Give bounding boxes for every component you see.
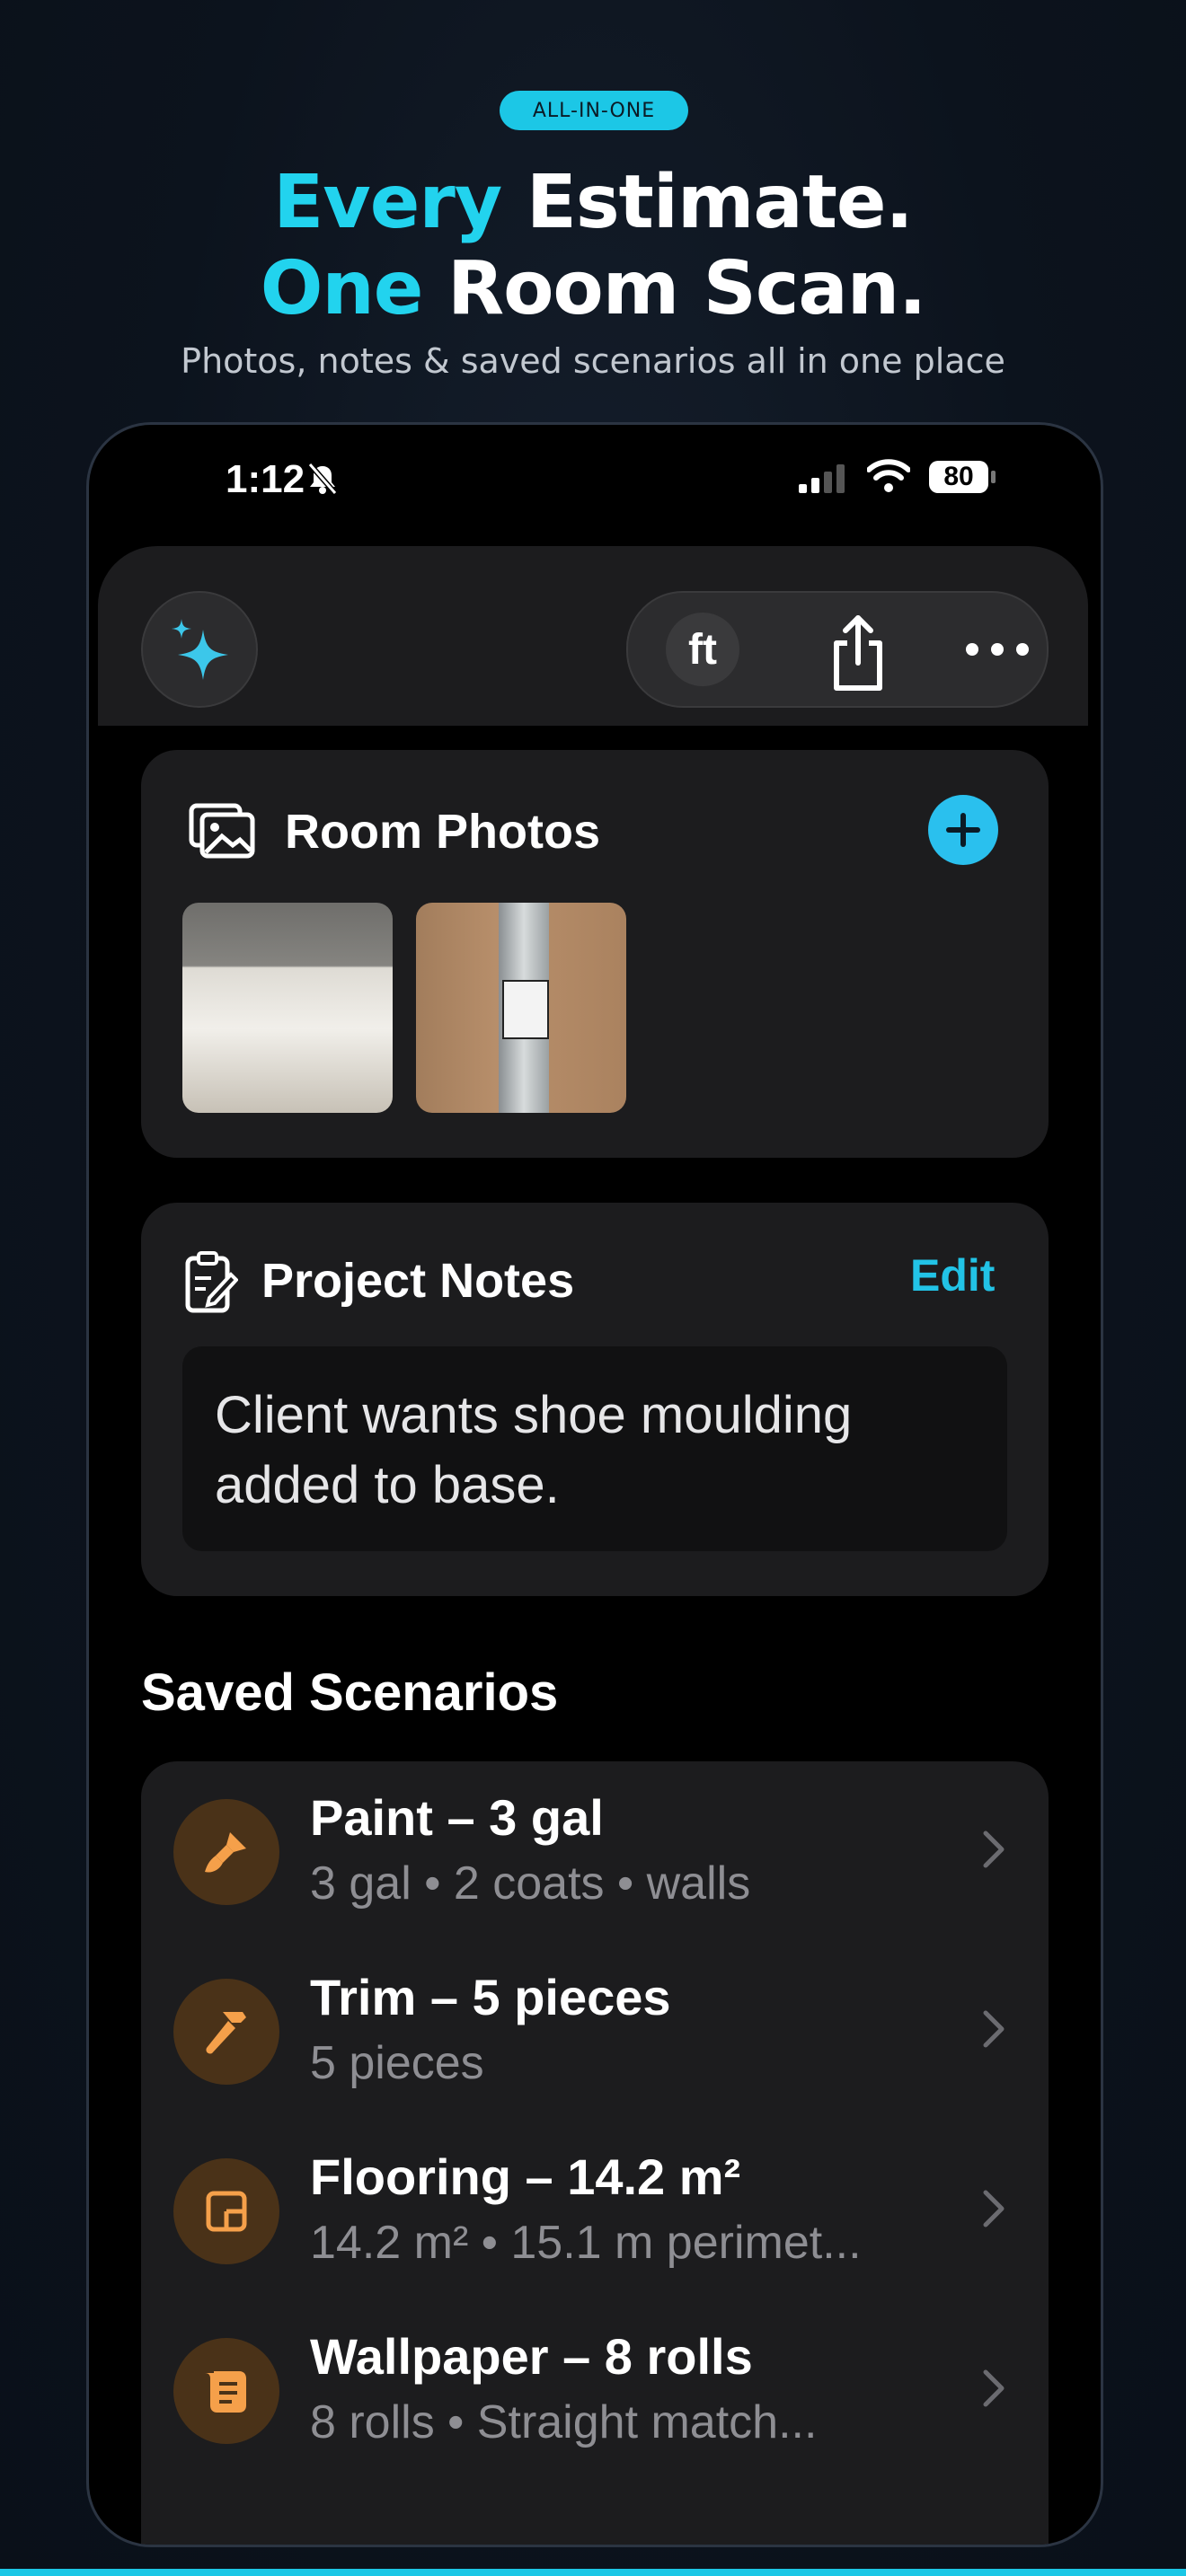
scenario-icon-container (173, 1799, 279, 1905)
battery-tip (991, 471, 996, 483)
status-time: 1:12 (226, 457, 305, 501)
scenario-row[interactable]: Wallpaper – 8 rolls 8 rolls • Straight m… (141, 2300, 1049, 2480)
project-notes-card: Project Notes Edit Client wants shoe mou… (141, 1203, 1049, 1596)
headline-accent-2: One (260, 246, 424, 331)
scenario-subtitle: 3 gal • 2 coats • walls (310, 1857, 751, 1910)
sparkles-icon (172, 619, 228, 680)
bottom-accent-bar (0, 2569, 1186, 2576)
headline-accent-1: Every (273, 160, 502, 245)
room-photo-thumbnail[interactable] (416, 903, 626, 1113)
toolbar-actions: ft (626, 591, 1049, 708)
scenario-icon-container (173, 2158, 279, 2264)
scenario-title: Trim – 5 pieces (310, 1969, 671, 2025)
paintbrush-icon (205, 1832, 246, 1873)
project-notes-title: Project Notes (261, 1254, 575, 1308)
scenario-icon-container (173, 1979, 279, 2085)
scenario-title: Paint – 3 gal (310, 1789, 604, 1846)
floor-plan-icon (206, 2191, 247, 2232)
chevron-right-icon (983, 2369, 1005, 2407)
share-icon[interactable] (824, 613, 892, 693)
ai-assistant-button[interactable] (141, 591, 258, 708)
notes-box[interactable]: Client wants shoe moulding added to base… (182, 1346, 1007, 1551)
battery-indicator: 80 (929, 461, 988, 493)
status-bar: 1:12 80 (89, 425, 1101, 533)
saved-scenarios-title: Saved Scenarios (141, 1663, 559, 1722)
scenario-icon-container (173, 2338, 279, 2444)
add-photo-button[interactable] (928, 795, 998, 865)
room-photos-card: Room Photos (141, 750, 1049, 1158)
scenario-row[interactable]: Trim – 5 pieces 5 pieces (141, 1941, 1049, 2121)
chevron-right-icon (983, 1831, 1005, 1868)
promo-headline-line2: One Room Scan. (0, 246, 1186, 331)
scenario-title: Flooring – 14.2 m² (310, 2148, 741, 2205)
clipboard-edit-icon (185, 1251, 238, 1313)
toolbar: ft (98, 546, 1088, 726)
headline-rest-1: Estimate. (526, 160, 914, 245)
scenario-row[interactable]: Paint – 3 gal 3 gal • 2 coats • walls (141, 1761, 1049, 1941)
scroll-icon (205, 2371, 246, 2413)
bell-slash-icon (307, 463, 338, 495)
ellipsis-icon[interactable] (964, 641, 1031, 657)
note-text: Client wants shoe moulding added to base… (215, 1386, 853, 1514)
chevron-right-icon (983, 2190, 1005, 2228)
scenario-subtitle: 5 pieces (310, 2037, 484, 2089)
saved-scenarios-list: Paint – 3 gal 3 gal • 2 coats • walls Tr… (141, 1761, 1049, 2545)
room-photos-title: Room Photos (285, 805, 600, 859)
promo-badge: ALL-IN-ONE (500, 91, 688, 130)
room-photo-thumbnail[interactable] (182, 903, 393, 1113)
wifi-icon (867, 459, 910, 492)
scenario-row[interactable]: Flooring – 14.2 m² 14.2 m² • 15.1 m peri… (141, 2121, 1049, 2300)
phone-frame: 1:12 80 ft Room Photos Project Notes Edi… (86, 422, 1103, 2547)
scenario-title: Wallpaper – 8 rolls (310, 2328, 753, 2385)
promo-subtitle: Photos, notes & saved scenarios all in o… (181, 341, 1005, 381)
chevron-right-icon (983, 2010, 1005, 2048)
cellular-signal-icon (799, 464, 845, 493)
scenario-subtitle: 14.2 m² • 15.1 m perimet... (310, 2217, 862, 2269)
scenario-subtitle: 8 rolls • Straight match... (310, 2396, 818, 2448)
plus-icon (946, 813, 980, 847)
edit-notes-button[interactable]: Edit (910, 1249, 995, 1301)
photo-content-label (502, 980, 549, 1039)
headline-rest-2: Room Scan. (447, 246, 926, 331)
promo-headline-line1: Every Estimate. (0, 160, 1186, 245)
unit-toggle-button[interactable]: ft (666, 613, 739, 686)
hammer-icon (206, 2012, 246, 2054)
photos-icon (189, 803, 255, 859)
